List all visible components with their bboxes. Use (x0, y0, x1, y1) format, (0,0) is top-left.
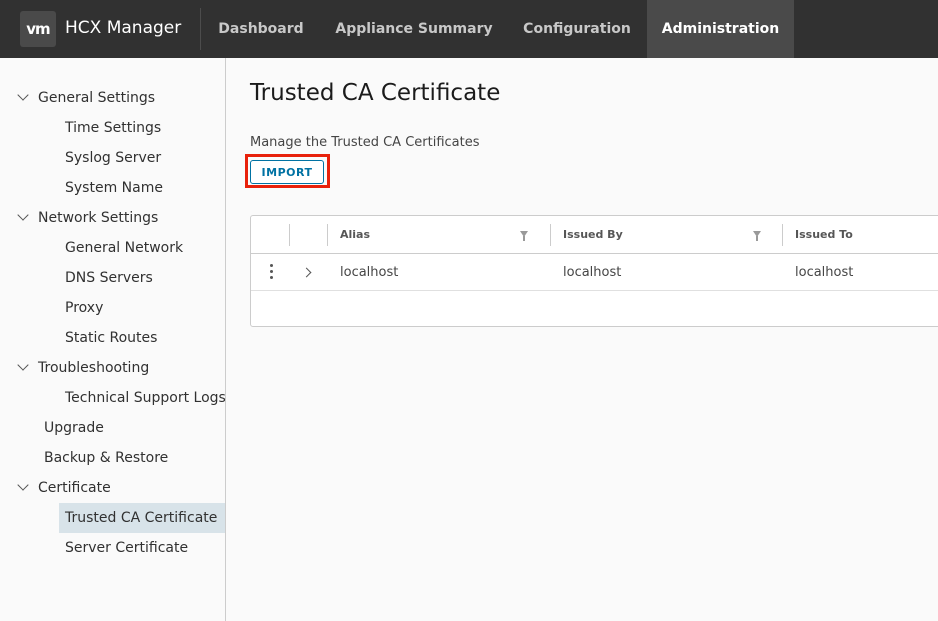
row-actions-icon[interactable] (270, 264, 273, 279)
column-separator (289, 224, 290, 246)
table-header: Alias Issued By Issued To (251, 216, 938, 254)
sidebar-item-technical-support-logs[interactable]: Technical Support Logs (59, 383, 226, 413)
certificates-table: Alias Issued By Issued To localhost loca… (250, 215, 938, 327)
sidebar-item-time-settings[interactable]: Time Settings (59, 113, 225, 143)
sidebar-item-upgrade[interactable]: Upgrade (38, 413, 225, 443)
sidebar-group-label: Network Settings (38, 210, 159, 226)
page-subtitle: Manage the Trusted CA Certificates (250, 135, 480, 150)
cell-issued-by: localhost (563, 265, 622, 280)
sidebar-group-label: Troubleshooting (38, 360, 150, 376)
sidebar-item-dns-servers[interactable]: DNS Servers (59, 263, 225, 293)
vmware-logo: vm (20, 11, 56, 47)
tab-configuration[interactable]: Configuration (507, 0, 647, 58)
column-separator (550, 224, 551, 246)
cell-alias: localhost (340, 265, 399, 280)
top-header: vm HCX Manager Dashboard Appliance Summa… (0, 0, 938, 58)
sidebar-item-proxy[interactable]: Proxy (59, 293, 225, 323)
tab-administration[interactable]: Administration (647, 0, 794, 58)
sidebar-item-syslog-server[interactable]: Syslog Server (59, 143, 225, 173)
table-row[interactable]: localhost localhost localhost (251, 254, 938, 291)
column-header-alias[interactable]: Alias (340, 228, 370, 241)
column-separator (327, 224, 328, 246)
column-separator (782, 224, 783, 246)
filter-icon[interactable] (520, 231, 528, 241)
tab-appliance-summary[interactable]: Appliance Summary (322, 0, 506, 58)
chevron-down-icon (17, 479, 29, 491)
column-header-issued-by[interactable]: Issued By (563, 228, 623, 241)
sidebar-item-trusted-ca-certificate[interactable]: Trusted CA Certificate (59, 503, 225, 533)
page-title: Trusted CA Certificate (250, 80, 501, 106)
sidebar-group-troubleshooting[interactable]: Troubleshooting (0, 353, 226, 383)
chevron-down-icon (17, 89, 29, 101)
sidebar-item-general-network[interactable]: General Network (59, 233, 225, 263)
tab-dashboard[interactable]: Dashboard (201, 0, 321, 58)
column-header-issued-to[interactable]: Issued To (795, 228, 853, 241)
sidebar-item-server-certificate[interactable]: Server Certificate (59, 533, 225, 563)
sidebar-group-certificate[interactable]: Certificate (0, 473, 226, 503)
sidebar: General Settings Time Settings Syslog Se… (0, 58, 226, 621)
cell-issued-to: localhost (795, 265, 854, 280)
app-title: HCX Manager (65, 18, 182, 38)
filter-icon[interactable] (753, 231, 761, 241)
import-button[interactable]: IMPORT (250, 160, 324, 184)
sidebar-item-backup-restore[interactable]: Backup & Restore (38, 443, 225, 473)
sidebar-item-system-name[interactable]: System Name (59, 173, 225, 203)
sidebar-item-static-routes[interactable]: Static Routes (59, 323, 225, 353)
sidebar-group-label: Certificate (38, 480, 111, 496)
chevron-down-icon (17, 209, 29, 221)
chevron-down-icon (17, 359, 29, 371)
sidebar-group-label: General Settings (38, 90, 156, 106)
sidebar-group-general-settings[interactable]: General Settings (0, 83, 226, 113)
sidebar-group-network-settings[interactable]: Network Settings (0, 203, 226, 233)
chevron-right-icon[interactable] (301, 267, 312, 278)
